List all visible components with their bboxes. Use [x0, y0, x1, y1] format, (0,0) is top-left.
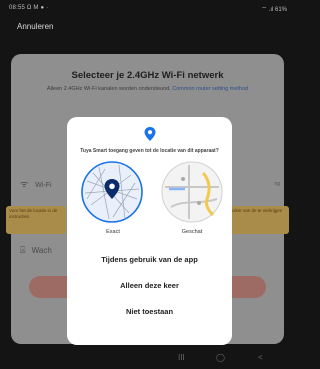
system-nav-bar: III ◯ <: [0, 352, 295, 369]
location-permission-dialog: Tuya Smart toegang geven tot de locatie …: [67, 117, 232, 345]
page-title: Selecteer je 2.4GHz Wi-Fi netwerk: [71, 70, 224, 81]
approximate-location-map[interactable]: [159, 159, 225, 225]
location-warning: Voor het de locatie in de instructies.: [6, 206, 66, 234]
location-warning-right: uiker van de te verkrijgen: [229, 206, 289, 234]
status-indicators: ⌔ .ıl 61%: [261, 7, 287, 13]
password-placeholder: Wach: [31, 246, 52, 255]
wifi-change-label[interactable]: ng: [274, 181, 280, 187]
cancel-button[interactable]: Annuleren: [17, 22, 53, 31]
approx-label: Geschat: [181, 229, 203, 235]
option-dont-allow[interactable]: Niet toestaan: [67, 307, 232, 316]
wifi-selector[interactable]: ᯤ Wi-Fi: [20, 177, 52, 190]
router-setting-link[interactable]: Common router setting method: [172, 86, 248, 92]
wifi-label: Wi-Fi: [35, 182, 52, 189]
home-icon[interactable]: ◯: [216, 353, 225, 362]
option-only-this-time[interactable]: Alleen deze keer: [67, 281, 232, 290]
back-icon[interactable]: <: [258, 353, 263, 362]
password-field[interactable]: ⍓ Wach: [20, 245, 52, 256]
subtitle-text: Alleen 2.4GHz Wi-Fi kanalen worden onder…: [46, 86, 171, 92]
page-subtitle: Alleen 2.4GHz Wi-Fi kanalen worden onder…: [31, 85, 264, 93]
location-pin-icon: [144, 127, 156, 141]
status-bar: 08:55 Ω M ● · ⌔ .ıl 61%: [0, 0, 295, 16]
recents-icon[interactable]: III: [178, 353, 185, 362]
exact-label: Exact: [106, 229, 120, 235]
option-while-using[interactable]: Tijdens gebruik van de app: [67, 255, 232, 264]
status-time: 08:55 Ω M ● ·: [9, 5, 49, 11]
exact-location-map[interactable]: [79, 159, 145, 225]
lock-icon: ⍓: [20, 245, 26, 255]
wifi-icon: ᯤ: [20, 179, 29, 189]
dialog-title: Tuya Smart toegang geven tot de locatie …: [80, 148, 219, 154]
